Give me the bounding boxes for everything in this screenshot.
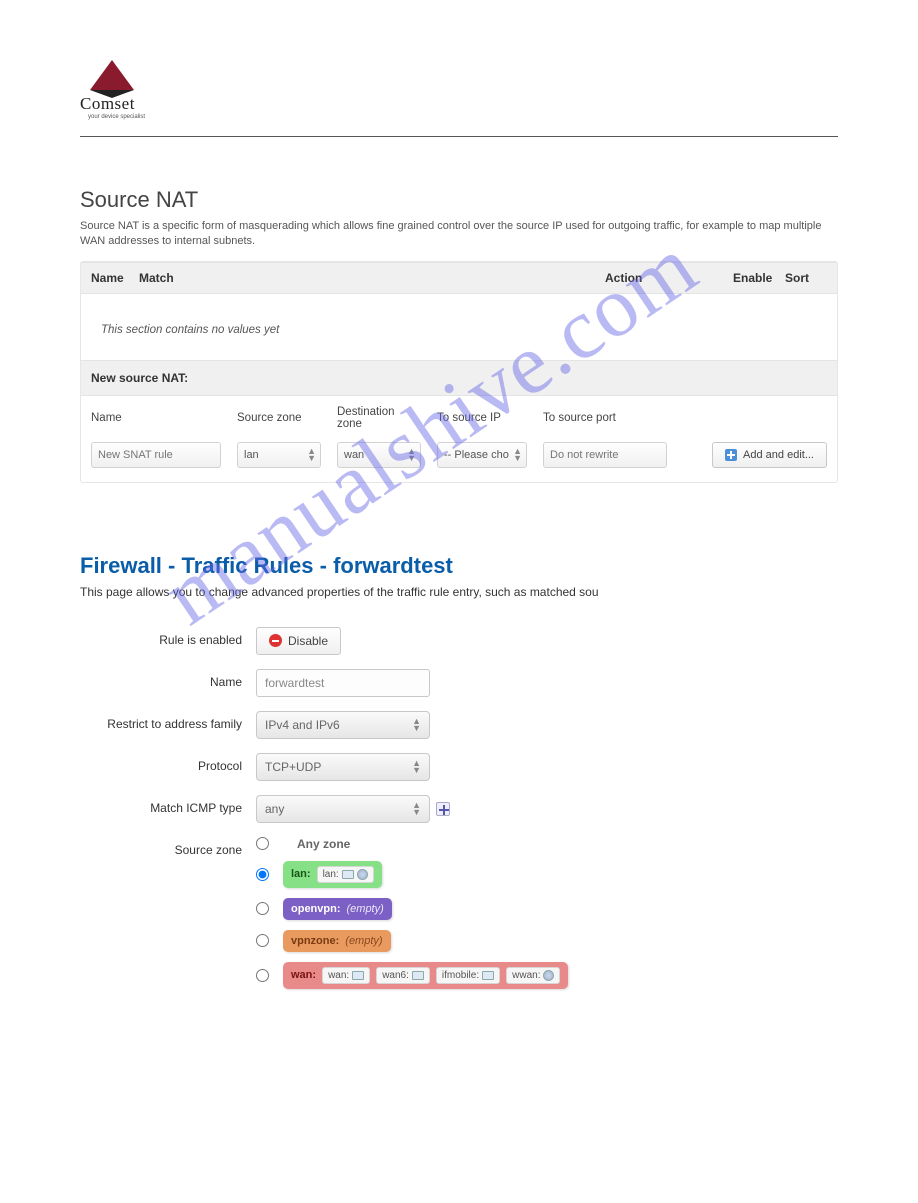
iface-lan: lan: xyxy=(317,866,374,883)
header-rule xyxy=(80,136,838,137)
chevron-updown-icon: ▲▼ xyxy=(412,802,421,815)
zone-chip-lan: lan: lan: xyxy=(283,861,382,888)
new-snat-inputs: lan ▲▼ wan ▲▼ -- Please cho ▲▼ xyxy=(81,436,837,482)
firewall-rule-title: Firewall - Traffic Rules - forwardtest xyxy=(80,553,838,579)
chevron-updown-icon: ▲▼ xyxy=(412,760,421,773)
page-container: manualshive.com Comset your device speci… xyxy=(0,0,918,1203)
source-zone-list: Any zone lan: lan: xyxy=(256,837,568,989)
snat-dest-zone-select[interactable]: wan ▲▼ xyxy=(337,442,421,468)
nic-icon xyxy=(412,971,424,980)
zone-chip-wan: wan: wan: wan6: ifmobile: wwan: xyxy=(283,962,568,989)
snat-to-ip-value: -- Please cho xyxy=(444,449,509,461)
th-enable: Enable xyxy=(733,271,785,285)
zone-row-vpnzone[interactable]: vpnzone: (empty) xyxy=(256,930,568,952)
label-rule-enabled: Rule is enabled xyxy=(80,627,256,647)
icmp-type-select[interactable]: any ▲▼ xyxy=(256,795,430,823)
label-to-source-port: To source port xyxy=(543,412,667,424)
plus-icon xyxy=(725,449,737,461)
zone-wan-label: wan: xyxy=(291,969,316,981)
logo-text: Comset xyxy=(80,94,838,114)
logo-area: Comset your device specialist xyxy=(80,60,838,130)
snat-to-ip-select[interactable]: -- Please cho ▲▼ xyxy=(437,442,527,468)
rule-name-input[interactable] xyxy=(256,669,430,697)
snat-empty-message: This section contains no values yet xyxy=(81,294,837,360)
iface-wan6: wan6: xyxy=(376,967,430,984)
snat-title: Source NAT xyxy=(80,187,838,213)
zone-chip-vpnzone: vpnzone: (empty) xyxy=(283,930,391,952)
iface-wan: wan: xyxy=(322,967,370,984)
snat-to-port-input[interactable] xyxy=(543,442,667,468)
zone-row-any[interactable]: Any zone xyxy=(256,837,568,851)
snat-name-input[interactable] xyxy=(91,442,221,468)
label-to-source-ip: To source IP xyxy=(437,412,527,424)
chevron-updown-icon: ▲▼ xyxy=(412,718,421,731)
snat-panel: Name Match Action Enable Sort This secti… xyxy=(80,261,838,483)
zone-lan-label: lan: xyxy=(291,868,311,880)
zone-openvpn-empty: (empty) xyxy=(347,903,384,915)
label-dest-zone: Destination zone xyxy=(337,406,421,430)
add-and-edit-button[interactable]: Add and edit... xyxy=(712,442,827,468)
zone-vpnzone-empty: (empty) xyxy=(345,935,382,947)
th-name: Name xyxy=(91,271,139,285)
zone-row-wan[interactable]: wan: wan: wan6: ifmobile: wwan: xyxy=(256,962,568,989)
protocol-select[interactable]: TCP+UDP ▲▼ xyxy=(256,753,430,781)
label-name: Name xyxy=(91,412,221,424)
address-family-value: IPv4 and IPv6 xyxy=(265,718,340,732)
disable-button-label: Disable xyxy=(288,634,328,648)
label-rule-name: Name xyxy=(80,669,256,689)
iface-wwan: wwan: xyxy=(506,967,560,984)
zone-radio-wan[interactable] xyxy=(256,969,269,982)
snat-source-zone-value: lan xyxy=(244,449,259,461)
disable-button[interactable]: Disable xyxy=(256,627,341,655)
new-snat-labels: Name Source zone Destination zone To sou… xyxy=(81,396,837,436)
add-and-edit-label: Add and edit... xyxy=(743,449,814,461)
label-icmp-type: Match ICMP type xyxy=(80,795,256,815)
chevron-updown-icon: ▲▼ xyxy=(407,448,416,461)
th-sort: Sort xyxy=(785,271,827,285)
zone-chip-openvpn: openvpn: (empty) xyxy=(283,898,392,920)
nic-icon xyxy=(352,971,364,980)
zone-radio-vpnzone[interactable] xyxy=(256,934,269,947)
iface-ifmobile: ifmobile: xyxy=(436,967,500,984)
snat-desc: Source NAT is a specific form of masquer… xyxy=(80,219,838,249)
firewall-rule-desc: This page allows you to change advanced … xyxy=(80,585,838,599)
new-snat-heading: New source NAT: xyxy=(81,360,837,396)
chevron-updown-icon: ▲▼ xyxy=(307,448,316,461)
wifi-icon xyxy=(543,970,554,981)
add-icmp-icon[interactable] xyxy=(436,802,450,816)
zone-any-label: Any zone xyxy=(283,837,350,851)
nic-icon xyxy=(482,971,494,980)
label-source-zone: Source zone xyxy=(80,837,256,857)
zone-row-openvpn[interactable]: openvpn: (empty) xyxy=(256,898,568,920)
snat-dest-zone-value: wan xyxy=(344,449,364,461)
zone-radio-lan[interactable] xyxy=(256,868,269,881)
logo-icon xyxy=(90,60,134,90)
label-source-zone: Source zone xyxy=(237,412,321,424)
chevron-updown-icon: ▲▼ xyxy=(513,448,522,461)
wifi-icon xyxy=(357,869,368,880)
label-protocol: Protocol xyxy=(80,753,256,773)
zone-row-lan[interactable]: lan: lan: xyxy=(256,861,568,888)
snat-table-header: Name Match Action Enable Sort xyxy=(81,262,837,294)
snat-source-zone-select[interactable]: lan ▲▼ xyxy=(237,442,321,468)
protocol-value: TCP+UDP xyxy=(265,760,321,774)
stop-icon xyxy=(269,634,282,647)
th-action: Action xyxy=(605,271,733,285)
th-match: Match xyxy=(139,271,605,285)
zone-radio-any[interactable] xyxy=(256,837,269,850)
icmp-type-value: any xyxy=(265,802,284,816)
label-address-family: Restrict to address family xyxy=(80,711,256,731)
zone-vpnzone-label: vpnzone: xyxy=(291,935,339,947)
nic-icon xyxy=(342,870,354,879)
address-family-select[interactable]: IPv4 and IPv6 ▲▼ xyxy=(256,711,430,739)
zone-openvpn-label: openvpn: xyxy=(291,903,341,915)
logo-tagline: your device specialist xyxy=(88,114,838,120)
zone-radio-openvpn[interactable] xyxy=(256,902,269,915)
